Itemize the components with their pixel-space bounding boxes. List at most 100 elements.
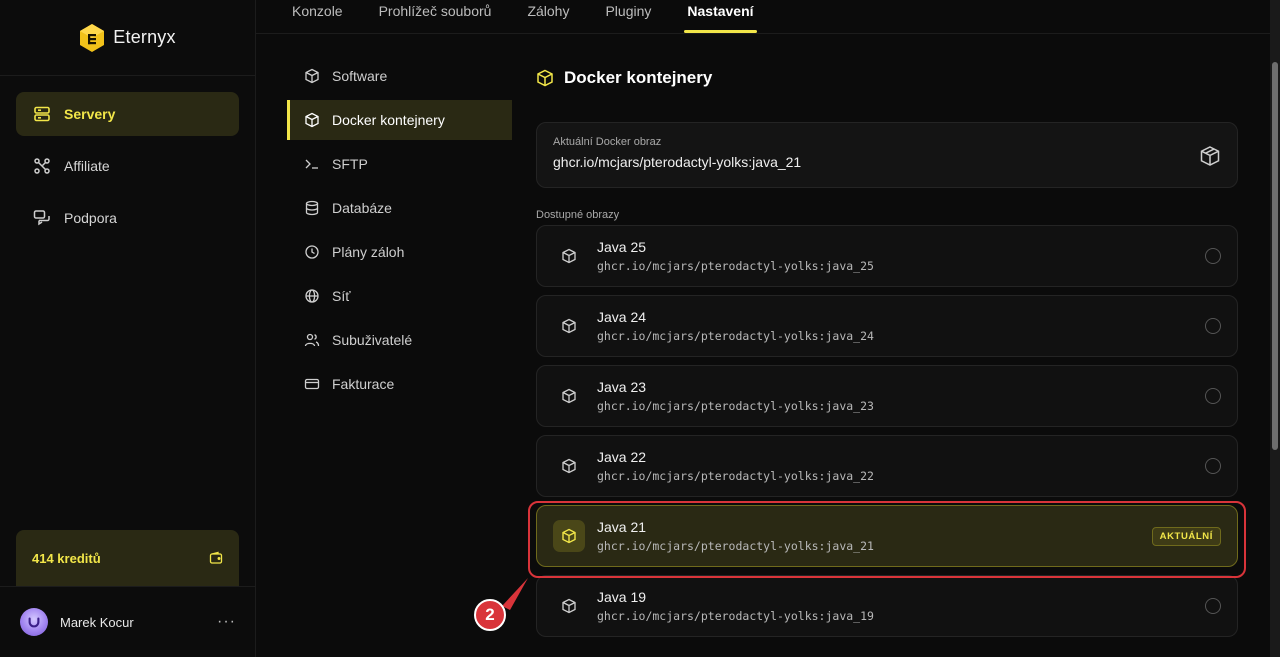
scrollbar-thumb[interactable] [1272, 62, 1278, 450]
tab-plugins[interactable]: Pluginy [605, 0, 651, 33]
globe-icon [305, 289, 319, 303]
image-name: Java 24 [597, 309, 647, 325]
image-ref: ghcr.io/mcjars/pterodactyl-yolks:java_19 [597, 609, 874, 623]
sidebar-item-label: Servery [64, 106, 116, 122]
container-icon [562, 458, 576, 474]
container-icon [562, 388, 576, 404]
network-icon [34, 158, 50, 174]
image-option-java-24[interactable]: Java 24 ghcr.io/mcjars/pterodactyl-yolks… [536, 295, 1238, 357]
avatar [20, 608, 48, 636]
current-image-value: ghcr.io/mcjars/pterodactyl-yolks:java_21 [553, 154, 802, 170]
brand-name: Eternyx [113, 27, 176, 47]
settings-item-sftp[interactable]: SFTP [287, 144, 512, 184]
user-avatar-icon [28, 617, 40, 628]
container-icon [537, 69, 553, 87]
sidebar-item-label: Affiliate [64, 158, 110, 174]
image-option-java-22[interactable]: Java 22 ghcr.io/mcjars/pterodactyl-yolks… [536, 435, 1238, 497]
tab-konzole[interactable]: Konzole [292, 0, 343, 33]
image-icon-wrap [553, 450, 585, 482]
settings-item-label: Software [332, 68, 388, 84]
database-icon [305, 200, 319, 216]
settings-item-backup-plans[interactable]: Plány záloh [287, 232, 512, 272]
server-tabs: Konzole Prohlížeč souborů Zálohy Pluginy… [256, 0, 1270, 34]
available-images-label: Dostupné obrazy [536, 209, 620, 221]
image-icon-wrap [553, 520, 585, 552]
settings-item-label: SFTP [332, 156, 368, 172]
user-menu[interactable]: Marek Kocur ··· [0, 586, 256, 657]
container-icon [562, 598, 576, 614]
scrollbar[interactable] [1270, 0, 1280, 657]
image-list: Java 25 ghcr.io/mcjars/pterodactyl-yolks… [536, 225, 1238, 637]
server-icon [34, 106, 50, 122]
image-radio[interactable] [1205, 388, 1221, 404]
image-radio[interactable] [1205, 318, 1221, 334]
image-name: Java 22 [597, 449, 647, 465]
image-option-java-19[interactable]: Java 19 ghcr.io/mcjars/pterodactyl-yolks… [536, 575, 1238, 637]
tab-settings[interactable]: Nastavení [684, 0, 757, 33]
settings-item-label: Databáze [332, 200, 392, 216]
container-icon [562, 318, 576, 334]
settings-item-subusers[interactable]: Subuživatelé [287, 320, 512, 360]
current-badge: AKTUÁLNÍ [1151, 526, 1221, 546]
image-icon-wrap [553, 590, 585, 622]
image-ref: ghcr.io/mcjars/pterodactyl-yolks:java_23 [597, 399, 874, 413]
tab-backups[interactable]: Zálohy [527, 0, 569, 33]
settings-item-label: Subuživatelé [332, 332, 413, 348]
image-name: Java 21 [597, 519, 647, 535]
image-icon-wrap [553, 380, 585, 412]
page-title: Docker kontejnery [536, 56, 1238, 100]
sidebar-item-podpora[interactable]: Podpora [16, 196, 239, 240]
settings-item-network[interactable]: Síť [287, 276, 512, 316]
sidebar-item-servery[interactable]: Servery [16, 92, 239, 136]
image-radio[interactable] [1205, 248, 1221, 264]
image-radio[interactable] [1205, 598, 1221, 614]
main-nav: Servery Affiliate Podpora [0, 76, 255, 264]
image-icon-wrap [553, 310, 585, 342]
image-option-java-23[interactable]: Java 23 ghcr.io/mcjars/pterodactyl-yolks… [536, 365, 1238, 427]
credit-card-icon [304, 378, 320, 390]
current-image-label: Aktuální Docker obraz [553, 136, 662, 148]
credits-label: 414 kreditů [32, 550, 101, 566]
credits-card[interactable]: 414 kreditů [16, 530, 239, 586]
settings-item-software[interactable]: Software [287, 56, 512, 96]
sidebar-item-affiliate[interactable]: Affiliate [16, 144, 239, 188]
page-title-text: Docker kontejnery [564, 68, 713, 87]
docker-settings-panel: Docker kontejnery Aktuální Docker obraz … [536, 56, 1238, 645]
clock-icon [305, 245, 319, 259]
users-icon [304, 333, 320, 347]
settings-item-label: Fakturace [332, 376, 395, 392]
app-sidebar: Eternyx Servery Affiliate Podpora 414 kr… [0, 0, 256, 657]
image-ref: ghcr.io/mcjars/pterodactyl-yolks:java_25 [597, 259, 874, 273]
settings-item-database[interactable]: Databáze [287, 188, 512, 228]
settings-item-label: Plány záloh [332, 244, 405, 260]
image-name: Java 23 [597, 379, 647, 395]
current-image-field[interactable]: Aktuální Docker obraz ghcr.io/mcjars/pte… [536, 122, 1238, 188]
settings-item-docker[interactable]: Docker kontejnery [287, 100, 512, 140]
chat-icon [33, 210, 50, 226]
container-icon [305, 112, 319, 128]
wallet-icon [209, 551, 223, 564]
eternyx-logo-icon [80, 23, 105, 52]
image-icon-wrap [553, 240, 585, 272]
container-icon [562, 248, 576, 264]
settings-item-label: Docker kontejnery [332, 112, 445, 128]
annotation-step-badge: 2 [474, 599, 506, 631]
tab-file-browser[interactable]: Prohlížeč souborů [379, 0, 492, 33]
brand[interactable]: Eternyx [0, 0, 255, 76]
more-options-button[interactable]: ··· [217, 613, 236, 631]
image-option-java-25[interactable]: Java 25 ghcr.io/mcjars/pterodactyl-yolks… [536, 225, 1238, 287]
image-ref: ghcr.io/mcjars/pterodactyl-yolks:java_24 [597, 329, 874, 343]
user-name: Marek Kocur [60, 614, 134, 630]
image-ref: ghcr.io/mcjars/pterodactyl-yolks:java_22 [597, 469, 874, 483]
settings-item-label: Síť [332, 288, 351, 304]
box-icon [305, 68, 319, 84]
settings-nav: Software Docker kontejnery SFTP Databáze… [287, 56, 512, 408]
container-icon [1200, 146, 1220, 166]
image-ref: ghcr.io/mcjars/pterodactyl-yolks:java_21 [597, 539, 874, 553]
terminal-icon [305, 159, 318, 169]
image-option-java-21[interactable]: Java 21 ghcr.io/mcjars/pterodactyl-yolks… [536, 505, 1238, 567]
settings-item-billing[interactable]: Fakturace [287, 364, 512, 404]
container-icon [562, 528, 576, 544]
image-radio[interactable] [1205, 458, 1221, 474]
image-name: Java 25 [597, 239, 647, 255]
